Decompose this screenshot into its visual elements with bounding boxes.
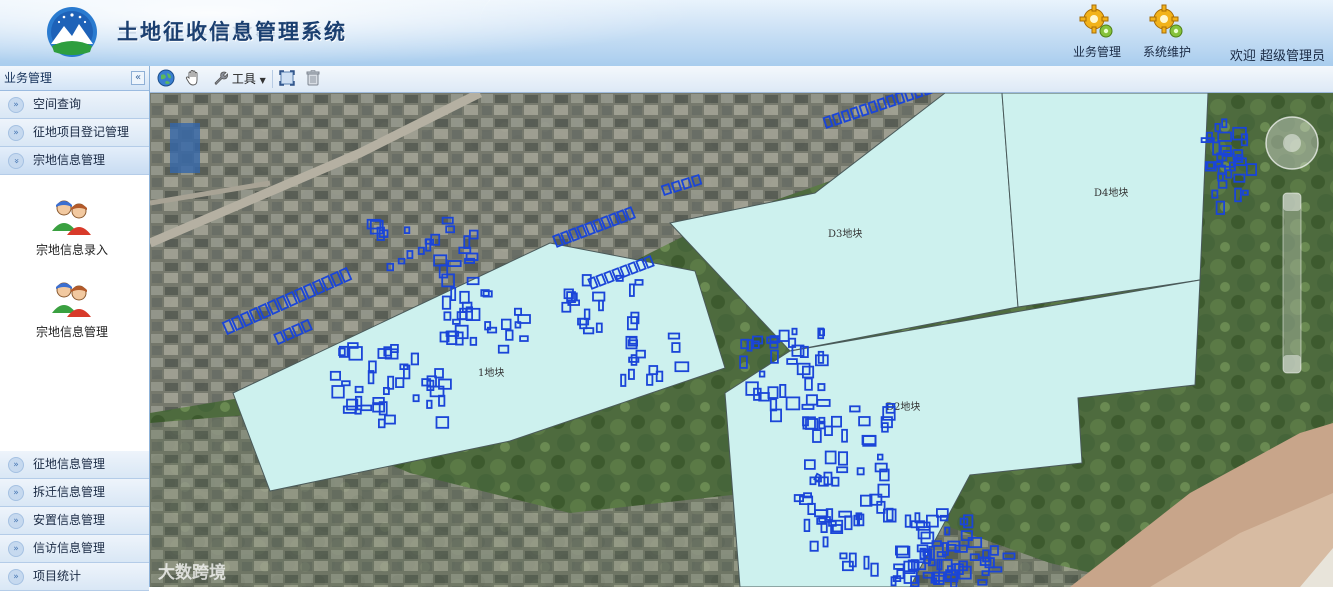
chevron-double-right-icon: »	[8, 457, 24, 473]
business-management-button[interactable]: 业务管理	[1062, 2, 1132, 62]
chevron-double-down-icon: »	[8, 153, 24, 169]
parcel-1-label: 1地块	[478, 366, 504, 379]
sidebar-item-project-registration[interactable]: » 征地项目登记管理	[0, 119, 149, 147]
chevron-double-right-icon: »	[8, 97, 24, 113]
pan-hand-icon[interactable]	[184, 69, 202, 89]
chevron-double-right-icon: »	[8, 569, 24, 585]
sidebar-item-demolition[interactable]: » 拆迁信息管理	[0, 479, 149, 507]
chevron-double-right-icon: »	[8, 485, 24, 501]
sidebar-item-label: 安置信息管理	[33, 513, 106, 527]
wrench-icon	[214, 71, 228, 86]
app-title-reflection: 土地征收信息管理系统	[117, 24, 347, 39]
trash-icon[interactable]	[304, 69, 322, 89]
sidebar-item-label: 信访信息管理	[33, 541, 106, 555]
map-toolbar: 工具 ▼	[150, 66, 1333, 93]
tools-label: 工具	[231, 72, 256, 86]
parcel-entry-label: 宗地信息录入	[35, 243, 108, 257]
sidebar-item-petition[interactable]: » 信访信息管理	[0, 535, 149, 563]
users-icon	[52, 282, 91, 317]
business-management-label: 业务管理	[1072, 45, 1121, 59]
sidebar-item-label: 空间查询	[33, 97, 82, 111]
sidebar-item-label: 拆迁信息管理	[33, 485, 106, 499]
gear-icon	[1149, 4, 1183, 38]
parcel-entry-shortcut[interactable]: 宗地信息录入	[17, 197, 127, 258]
gear-icon	[1079, 4, 1113, 38]
parcel-management-label: 宗地信息管理	[35, 325, 108, 339]
chevron-double-right-icon: »	[8, 541, 24, 557]
parcel-management-panel: 宗地信息录入 宗地信息管理	[0, 175, 149, 451]
app-header: 土地征收信息管理系统 土地征收信息管理系统 业务管理 系统维护 欢迎 超级管理员	[0, 0, 1333, 66]
sidebar-item-label: 征地信息管理	[33, 457, 106, 471]
globe-icon[interactable]	[157, 69, 175, 89]
sidebar-item-spatial-query[interactable]: » 空间查询	[0, 91, 149, 119]
parcel-d4[interactable]	[1001, 93, 1209, 308]
sidebar: 业务管理 « » 空间查询 » 征地项目登记管理 » 宗地信息管理 宗地信息录入	[0, 66, 150, 591]
users-icon	[52, 200, 91, 235]
tools-dropdown[interactable]: 工具 ▼	[212, 69, 268, 89]
sidebar-title: 业务管理	[4, 71, 53, 85]
map-navigation-control[interactable]	[1263, 113, 1321, 393]
sidebar-item-land-acquisition[interactable]: » 征地信息管理	[0, 451, 149, 479]
welcome-text: 欢迎 超级管理员	[1229, 49, 1325, 64]
parcel-management-shortcut[interactable]: 宗地信息管理	[17, 279, 127, 340]
system-maintenance-label: 系统维护	[1142, 45, 1191, 59]
chevron-double-right-icon: »	[8, 513, 24, 529]
parcel-d3-label: D3地块	[828, 227, 862, 240]
collapse-sidebar-icon[interactable]: «	[131, 71, 145, 85]
chevron-double-right-icon: »	[8, 125, 24, 141]
system-maintenance-button[interactable]: 系统维护	[1132, 2, 1202, 62]
sidebar-item-label: 宗地信息管理	[33, 153, 106, 167]
map-canvas[interactable]: 1地块 D2地块 D3地块 D4地块	[150, 93, 1333, 587]
sidebar-item-parcel-management[interactable]: » 宗地信息管理	[0, 147, 149, 175]
sidebar-item-label: 征地项目登记管理	[33, 125, 130, 139]
caret-down-icon: ▼	[259, 76, 266, 85]
sidebar-item-resettlement[interactable]: » 安置信息管理	[0, 507, 149, 535]
sidebar-item-label: 项目统计	[33, 569, 82, 583]
logo-icon	[47, 7, 97, 57]
blue-roof-building	[170, 123, 200, 173]
watermark-text: 大数跨境	[158, 563, 226, 583]
map-view[interactable]: 1地块 D2地块 D3地块 D4地块 大数跨境	[150, 93, 1333, 587]
parcel-d4-label: D4地块	[1094, 186, 1128, 199]
full-extent-icon[interactable]	[278, 69, 296, 89]
sidebar-header: 业务管理 «	[0, 66, 149, 91]
